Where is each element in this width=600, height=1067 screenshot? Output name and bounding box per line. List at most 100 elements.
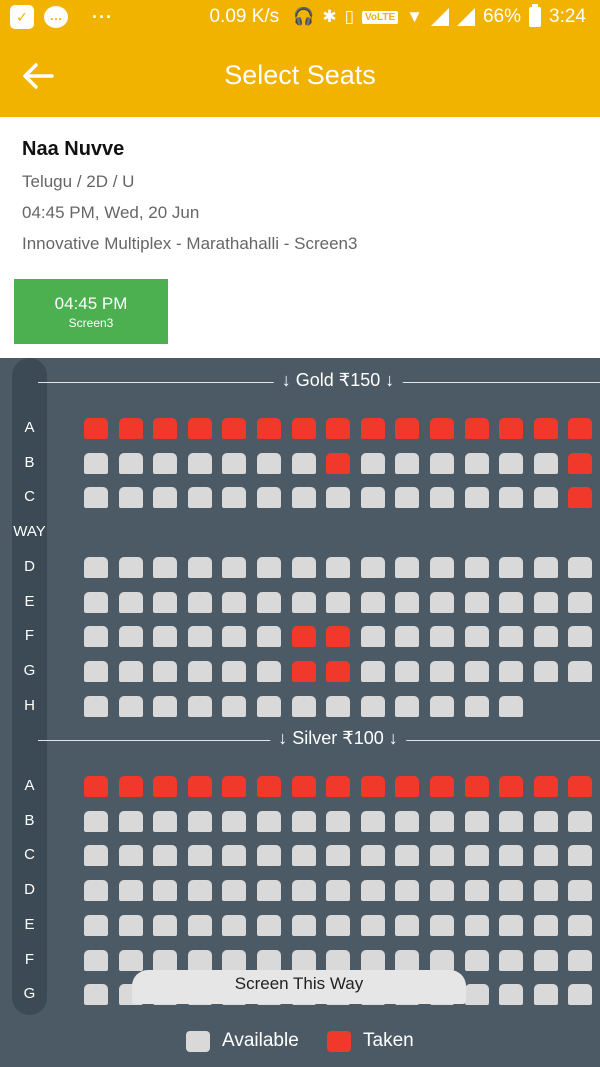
seat-available[interactable] — [153, 695, 178, 717]
seat-available[interactable] — [430, 880, 454, 902]
seat-available[interactable] — [568, 914, 593, 936]
seat-available[interactable] — [499, 914, 524, 936]
seat-available[interactable] — [326, 487, 351, 509]
seat-available[interactable] — [360, 660, 385, 682]
seat-available[interactable] — [291, 810, 316, 832]
seat-available[interactable] — [153, 487, 178, 509]
seat-available[interactable] — [118, 452, 143, 474]
seat-available[interactable] — [360, 695, 385, 717]
seat-available[interactable] — [533, 914, 558, 936]
seat-available[interactable] — [464, 660, 489, 682]
seat-available[interactable] — [395, 452, 420, 474]
seat-available[interactable] — [222, 591, 247, 613]
seat-available[interactable] — [360, 949, 385, 971]
seat-available[interactable] — [222, 695, 247, 717]
seat-available[interactable] — [464, 845, 489, 867]
seat-available[interactable] — [568, 949, 593, 971]
seat-available[interactable] — [568, 880, 593, 902]
seat-available[interactable] — [395, 487, 420, 509]
seat-available[interactable] — [222, 452, 247, 474]
seat-available[interactable] — [257, 452, 281, 474]
seat-available[interactable] — [360, 845, 385, 867]
seat-available[interactable] — [257, 880, 281, 902]
seat-available[interactable] — [430, 695, 454, 717]
seat-available[interactable] — [395, 695, 420, 717]
seat-available[interactable] — [326, 810, 351, 832]
seat-available[interactable] — [533, 880, 558, 902]
seat-available[interactable] — [118, 626, 143, 648]
seat-available[interactable] — [499, 695, 524, 717]
seat-available[interactable] — [360, 914, 385, 936]
seat-available[interactable] — [533, 626, 558, 648]
seat-available[interactable] — [464, 591, 489, 613]
seat-available[interactable] — [187, 810, 212, 832]
seat-available[interactable] — [118, 914, 143, 936]
seat-available[interactable] — [360, 626, 385, 648]
seat-available[interactable] — [187, 660, 212, 682]
seat-available[interactable] — [153, 914, 178, 936]
seat-available[interactable] — [395, 914, 420, 936]
seat-available[interactable] — [291, 845, 316, 867]
seat-available[interactable] — [187, 845, 212, 867]
seat-available[interactable] — [395, 626, 420, 648]
seat-available[interactable] — [187, 880, 212, 902]
seat-available[interactable] — [84, 984, 108, 1006]
seat-available[interactable] — [464, 810, 489, 832]
seat-available[interactable] — [464, 626, 489, 648]
seat-available[interactable] — [222, 556, 247, 578]
seat-available[interactable] — [533, 556, 558, 578]
seat-available[interactable] — [360, 880, 385, 902]
seat-available[interactable] — [84, 591, 108, 613]
seat-available[interactable] — [153, 556, 178, 578]
seat-available[interactable] — [430, 452, 454, 474]
seat-available[interactable] — [499, 984, 524, 1006]
seat-available[interactable] — [257, 949, 281, 971]
seat-available[interactable] — [430, 487, 454, 509]
seat-available[interactable] — [187, 626, 212, 648]
seat-available[interactable] — [222, 660, 247, 682]
seat-available[interactable] — [84, 845, 108, 867]
seat-available[interactable] — [257, 845, 281, 867]
seat-available[interactable] — [430, 556, 454, 578]
seat-available[interactable] — [533, 591, 558, 613]
seat-available[interactable] — [84, 949, 108, 971]
seat-available[interactable] — [326, 845, 351, 867]
seat-available[interactable] — [153, 660, 178, 682]
seat-available[interactable] — [395, 556, 420, 578]
seat-available[interactable] — [84, 914, 108, 936]
seat-available[interactable] — [360, 810, 385, 832]
seat-available[interactable] — [118, 591, 143, 613]
seat-available[interactable] — [291, 695, 316, 717]
seat-available[interactable] — [568, 845, 593, 867]
seat-available[interactable] — [84, 695, 108, 717]
seat-available[interactable] — [430, 914, 454, 936]
seat-available[interactable] — [360, 591, 385, 613]
seat-available[interactable] — [533, 984, 558, 1006]
seat-available[interactable] — [464, 556, 489, 578]
seat-available[interactable] — [84, 660, 108, 682]
seat-available[interactable] — [360, 556, 385, 578]
seat-available[interactable] — [499, 626, 524, 648]
seat-available[interactable] — [464, 949, 489, 971]
seat-available[interactable] — [84, 487, 108, 509]
seat-available[interactable] — [153, 452, 178, 474]
seat-available[interactable] — [222, 487, 247, 509]
seat-available[interactable] — [430, 810, 454, 832]
seat-available[interactable] — [395, 591, 420, 613]
seat-available[interactable] — [118, 556, 143, 578]
seat-available[interactable] — [533, 487, 558, 509]
seat-available[interactable] — [533, 949, 558, 971]
seat-available[interactable] — [153, 845, 178, 867]
seat-available[interactable] — [568, 660, 593, 682]
seat-available[interactable] — [153, 880, 178, 902]
seat-available[interactable] — [187, 452, 212, 474]
seat-available[interactable] — [568, 984, 593, 1006]
seat-available[interactable] — [187, 556, 212, 578]
seat-available[interactable] — [499, 880, 524, 902]
seat-available[interactable] — [533, 660, 558, 682]
seat-available[interactable] — [257, 914, 281, 936]
seat-available[interactable] — [84, 452, 108, 474]
showtime-button[interactable]: 04:45 PM Screen3 — [14, 279, 168, 344]
seat-available[interactable] — [430, 626, 454, 648]
seat-available[interactable] — [291, 452, 316, 474]
